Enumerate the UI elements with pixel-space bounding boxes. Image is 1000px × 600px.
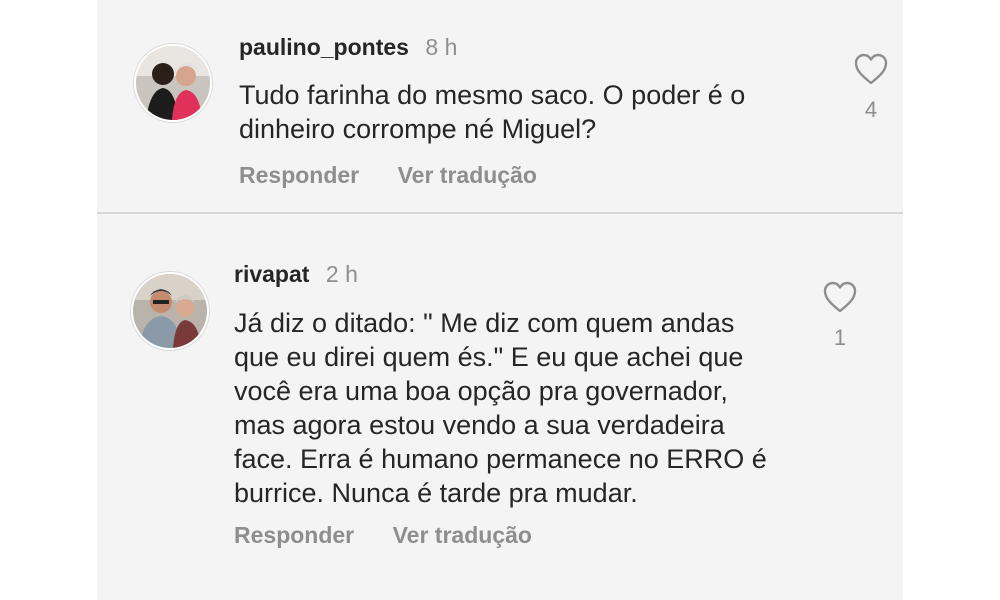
like-count: 1 xyxy=(833,325,847,350)
translate-button[interactable]: Ver tradução xyxy=(393,522,532,549)
timestamp: 8 h xyxy=(425,34,458,60)
reply-button[interactable]: Responder xyxy=(234,522,354,549)
like-button[interactable] xyxy=(853,52,889,89)
comment-meta: rivapat 2 h xyxy=(234,261,358,288)
like-control: 4 xyxy=(851,52,891,123)
avatar-photo xyxy=(136,46,210,120)
reply-button[interactable]: Responder xyxy=(239,162,359,189)
timestamp: 2 h xyxy=(325,261,358,287)
comment-line: Já diz o ditado: " Me diz com quem andas xyxy=(234,308,735,338)
comment-text: Já diz o ditado: " Me diz com quem andas… xyxy=(234,306,767,510)
avatar-photo xyxy=(133,274,207,348)
comments-panel: paulino_pontes 8 h Tudo farinha do mesmo… xyxy=(97,0,903,600)
username[interactable]: paulino_pontes xyxy=(239,34,409,60)
comment-line: você era uma boa opção pra governador, xyxy=(234,376,728,406)
comment-meta: paulino_pontes 8 h xyxy=(239,34,457,61)
comment-item: rivapat 2 h Já diz o ditado: " Me diz co… xyxy=(97,214,903,600)
comment-item: paulino_pontes 8 h Tudo farinha do mesmo… xyxy=(97,0,903,212)
heart-outline-icon xyxy=(823,281,857,313)
heart-outline-icon xyxy=(854,53,888,85)
comment-line: burrice. Nunca é tarde pra mudar. xyxy=(234,478,638,508)
comment-line: dinheiro corrompe né Miguel? xyxy=(239,114,597,144)
comment-actions: Responder Ver tradução xyxy=(234,522,566,549)
like-count: 4 xyxy=(864,97,878,122)
avatar[interactable] xyxy=(134,44,212,122)
like-control: 1 xyxy=(820,280,860,351)
translate-button[interactable]: Ver tradução xyxy=(398,162,537,189)
comment-line: que eu direi quem és." E eu que achei qu… xyxy=(234,342,744,372)
username[interactable]: rivapat xyxy=(234,261,309,287)
comment-actions: Responder Ver tradução xyxy=(239,162,571,189)
avatar[interactable] xyxy=(131,272,209,350)
like-button[interactable] xyxy=(822,280,858,317)
comment-line: mas agora estou vendo a sua verdadeira xyxy=(234,410,725,440)
comment-line: face. Erra é humano permanece no ERRO é xyxy=(234,444,767,474)
comment-text: Tudo farinha do mesmo saco. O poder é o … xyxy=(239,78,745,146)
comment-line: Tudo farinha do mesmo saco. O poder é o xyxy=(239,80,746,110)
